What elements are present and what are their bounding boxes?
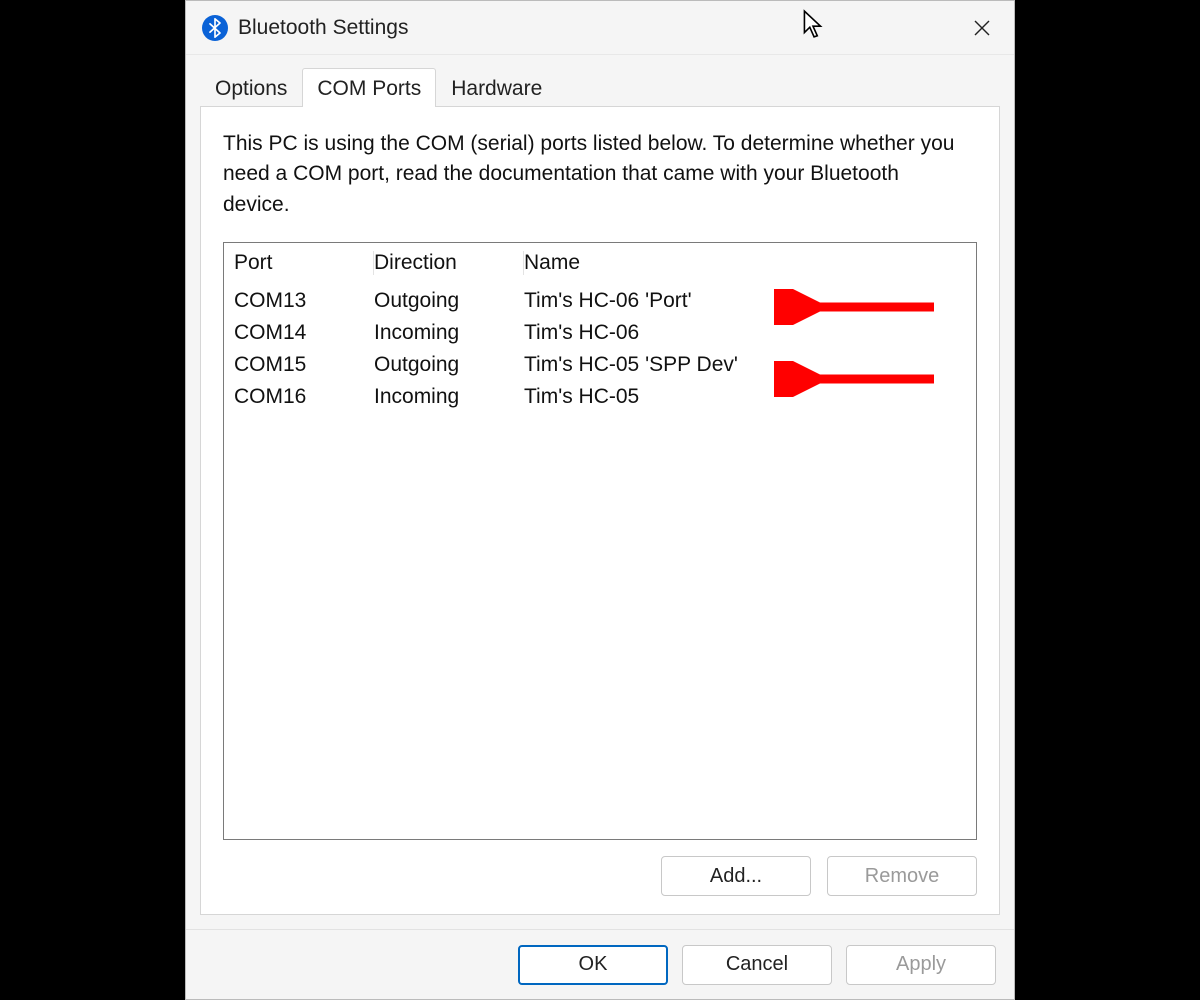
cell-name: Tim's HC-05 [524,385,966,409]
bluetooth-settings-window: Bluetooth Settings Options COM Ports Har… [185,0,1015,1000]
panel-description: This PC is using the COM (serial) ports … [223,129,963,220]
remove-button[interactable]: Remove [827,856,977,896]
cell-port: COM14 [234,321,374,345]
tab-com-ports[interactable]: COM Ports [302,68,436,107]
com-ports-panel: This PC is using the COM (serial) ports … [200,106,1000,915]
cell-port: COM16 [234,385,374,409]
column-header-name[interactable]: Name [524,251,966,275]
apply-button[interactable]: Apply [846,945,996,985]
cancel-button[interactable]: Cancel [682,945,832,985]
com-ports-list[interactable]: Port Direction Name COM13 Outgoing Tim's… [223,242,977,840]
cell-direction: Outgoing [374,289,524,313]
tab-hardware[interactable]: Hardware [436,68,557,107]
cell-name: Tim's HC-06 'Port' [524,289,966,313]
table-row[interactable]: COM15 Outgoing Tim's HC-05 'SPP Dev' [234,349,966,381]
cell-direction: Incoming [374,321,524,345]
table-row[interactable]: COM14 Incoming Tim's HC-06 [234,317,966,349]
titlebar: Bluetooth Settings [186,1,1014,55]
panel-button-row: Add... Remove [223,856,977,896]
list-rows: COM13 Outgoing Tim's HC-06 'Port' COM14 … [224,285,976,413]
tab-strip: Options COM Ports Hardware [200,67,1000,106]
cell-name: Tim's HC-05 'SPP Dev' [524,353,966,377]
bluetooth-icon [202,15,228,41]
table-row[interactable]: COM13 Outgoing Tim's HC-06 'Port' [234,285,966,317]
dialog-button-row: OK Cancel Apply [186,929,1014,999]
tab-options[interactable]: Options [200,68,302,107]
table-row[interactable]: COM16 Incoming Tim's HC-05 [234,381,966,413]
cell-name: Tim's HC-06 [524,321,966,345]
close-button[interactable] [958,8,1006,48]
cursor-icon [801,9,825,44]
list-header: Port Direction Name [224,243,976,285]
column-header-direction[interactable]: Direction [374,251,524,275]
window-title: Bluetooth Settings [238,16,408,40]
cell-direction: Outgoing [374,353,524,377]
cell-port: COM13 [234,289,374,313]
cell-port: COM15 [234,353,374,377]
client-area: Options COM Ports Hardware This PC is us… [186,55,1014,929]
column-header-port[interactable]: Port [234,251,374,275]
cell-direction: Incoming [374,385,524,409]
add-button[interactable]: Add... [661,856,811,896]
ok-button[interactable]: OK [518,945,668,985]
